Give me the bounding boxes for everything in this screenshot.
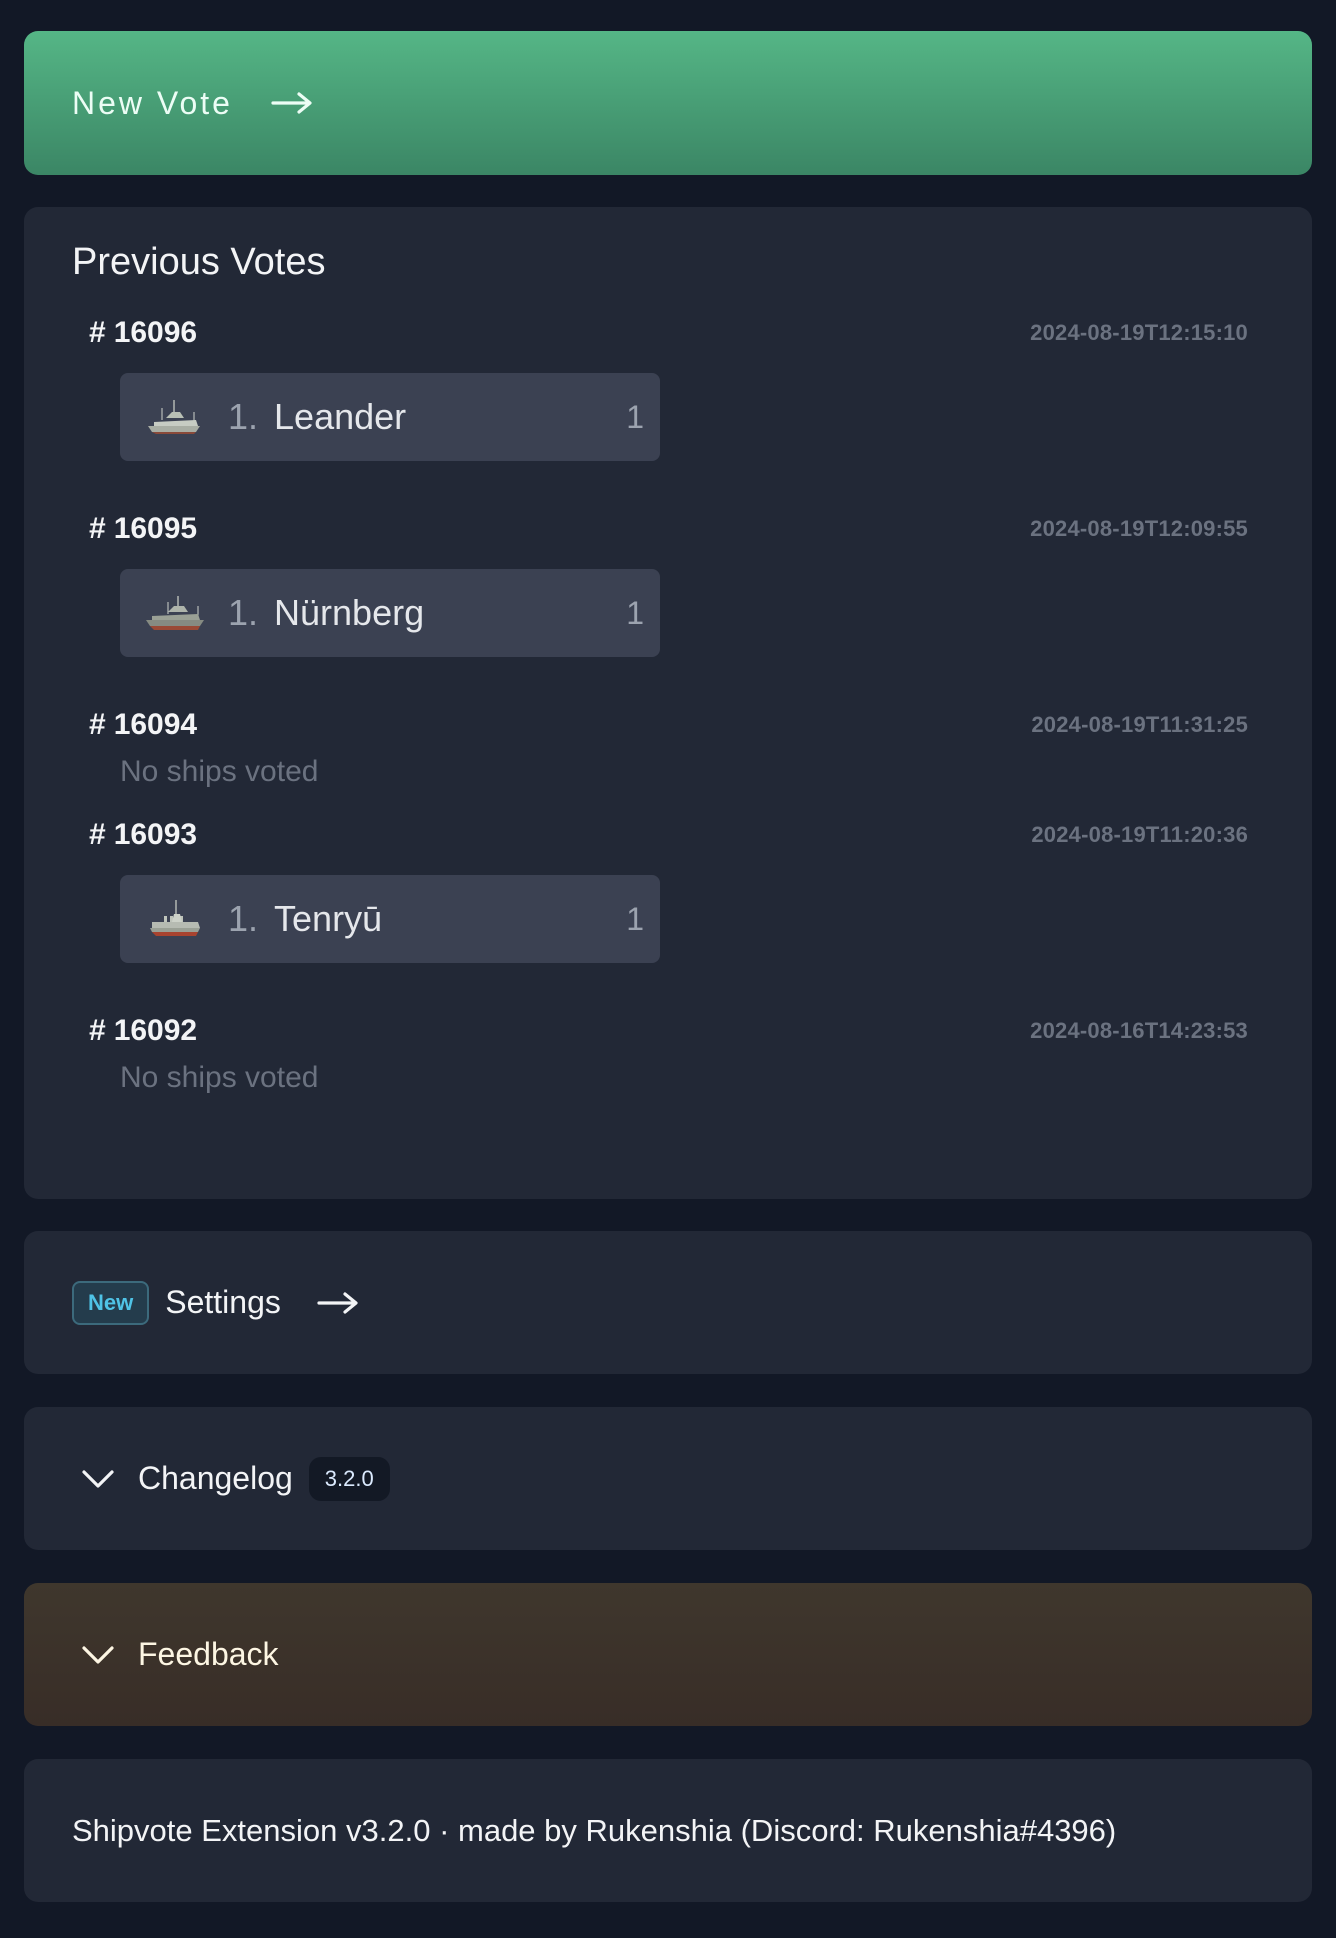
vote-number: 16096 bbox=[113, 316, 198, 349]
version-badge: 3.2.0 bbox=[308, 1456, 390, 1501]
changelog-label: Changelog bbox=[138, 1460, 293, 1496]
ship-name: Tenryū bbox=[274, 898, 383, 939]
vote-timestamp: 2024-08-19T12:09:55 bbox=[1030, 516, 1248, 541]
vote-entry: #16096 2024-08-19T12:15:10 1. Leander 1 bbox=[72, 315, 1264, 511]
ship-name: Leander bbox=[274, 396, 407, 437]
vote-number: 16092 bbox=[113, 1014, 198, 1047]
vote-id: #16096 bbox=[89, 316, 197, 350]
hash-symbol: # bbox=[89, 1014, 106, 1047]
ship-vote-count: 1 bbox=[626, 594, 644, 631]
vote-timestamp: 2024-08-19T11:20:36 bbox=[1031, 822, 1248, 847]
vote-number: 16094 bbox=[113, 708, 198, 741]
ship-nurnberg-icon bbox=[140, 590, 210, 636]
vote-entry: #16094 2024-08-19T11:31:25 No ships vote… bbox=[72, 707, 1264, 817]
hash-symbol: # bbox=[89, 708, 106, 741]
footer: Shipvote Extension v3.2.0 · made by Ruke… bbox=[24, 1759, 1312, 1902]
vote-timestamp: 2024-08-19T12:15:10 bbox=[1030, 320, 1248, 345]
chevron-down-icon bbox=[80, 1467, 116, 1491]
vote-entry: #16092 2024-08-16T14:23:53 No ships vote… bbox=[72, 1013, 1264, 1095]
vote-id: #16092 bbox=[89, 1014, 197, 1048]
no-ships-voted-text: No ships voted bbox=[120, 1061, 319, 1094]
feedback-accordion[interactable]: Feedback bbox=[24, 1583, 1312, 1726]
settings-button[interactable]: New Settings bbox=[24, 1231, 1312, 1374]
vote-timestamp: 2024-08-16T14:23:53 bbox=[1030, 1018, 1248, 1043]
ship-tenryu-icon bbox=[140, 896, 210, 942]
arrow-right-icon bbox=[317, 1291, 359, 1315]
hash-symbol: # bbox=[89, 512, 106, 545]
changelog-accordion[interactable]: Changelog 3.2.0 bbox=[24, 1407, 1312, 1550]
ship-vote-count: 1 bbox=[626, 900, 644, 937]
ship-rank: 1. bbox=[228, 898, 259, 939]
ship-vote-row[interactable]: 1. Tenryū 1 bbox=[120, 875, 660, 963]
footer-credits: Shipvote Extension v3.2.0 · made by Ruke… bbox=[72, 1812, 1117, 1848]
new-vote-label: New Vote bbox=[72, 84, 233, 121]
hash-symbol: # bbox=[89, 818, 106, 851]
vote-number: 16093 bbox=[113, 818, 198, 851]
vote-id: #16093 bbox=[89, 818, 197, 852]
new-vote-button[interactable]: New Vote bbox=[24, 31, 1312, 175]
new-badge: New bbox=[72, 1280, 150, 1325]
previous-votes-title: Previous Votes bbox=[72, 241, 326, 283]
feedback-label: Feedback bbox=[138, 1636, 279, 1672]
ship-leander-icon bbox=[140, 394, 210, 440]
vote-entry: #16095 2024-08-19T12:09:55 1. Nürnberg 1 bbox=[72, 511, 1264, 707]
ship-name: Nürnberg bbox=[274, 592, 425, 633]
vote-entry: #16093 2024-08-19T11:20:36 1. Tenryū 1 bbox=[72, 817, 1264, 1013]
ship-vote-row[interactable]: 1. Leander 1 bbox=[120, 373, 660, 461]
chevron-down-icon bbox=[80, 1643, 116, 1667]
vote-number: 16095 bbox=[113, 512, 198, 545]
settings-label: Settings bbox=[165, 1284, 281, 1320]
hash-symbol: # bbox=[89, 316, 106, 349]
no-ships-voted-text: No ships voted bbox=[120, 755, 319, 788]
ship-rank: 1. bbox=[228, 396, 259, 437]
ship-vote-row[interactable]: 1. Nürnberg 1 bbox=[120, 569, 660, 657]
vote-id: #16095 bbox=[89, 512, 197, 546]
vote-id: #16094 bbox=[89, 708, 197, 742]
vote-timestamp: 2024-08-19T11:31:25 bbox=[1031, 712, 1248, 737]
arrow-right-icon bbox=[271, 91, 313, 115]
shipvote-popup: New Vote Previous Votes #16096 2024-08-1… bbox=[0, 0, 1336, 1938]
previous-votes-card: Previous Votes #16096 2024-08-19T12:15:1… bbox=[24, 207, 1312, 1199]
ship-vote-count: 1 bbox=[626, 398, 644, 435]
ship-rank: 1. bbox=[228, 592, 259, 633]
